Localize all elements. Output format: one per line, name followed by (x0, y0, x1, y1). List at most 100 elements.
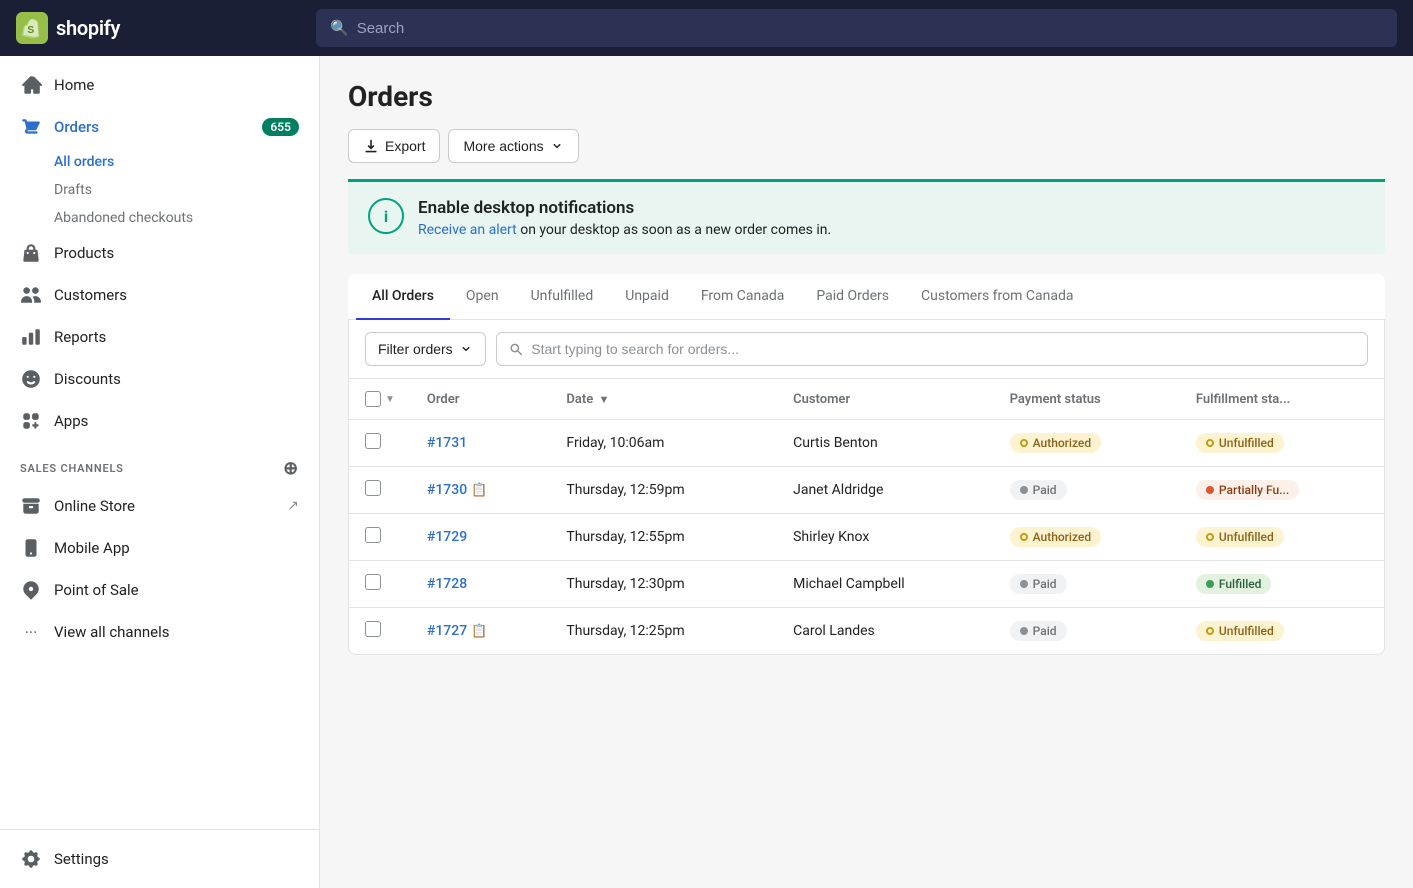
row-order: #1729 (411, 514, 550, 561)
apps-icon (20, 410, 42, 432)
sidebar-item-orders[interactable]: Orders 655 (0, 106, 319, 148)
th-checkbox: ▼ (349, 379, 411, 420)
sidebar-item-products[interactable]: Products (0, 232, 319, 274)
row-checkbox-cell[interactable] (349, 420, 411, 467)
export-icon (363, 138, 379, 154)
subnav-drafts[interactable]: Drafts (54, 176, 319, 204)
order-link[interactable]: #1728 (427, 576, 467, 592)
row-order: #1731 (411, 420, 550, 467)
row-payment-status: Authorized (994, 514, 1180, 561)
more-actions-button[interactable]: More actions (448, 129, 578, 163)
sidebar-item-customers-label: Customers (54, 286, 127, 304)
fulfillment-badge-dot (1206, 439, 1214, 447)
row-customer: Curtis Benton (777, 420, 994, 467)
sidebar-item-home[interactable]: Home (0, 64, 319, 106)
row-checkbox-cell[interactable] (349, 514, 411, 561)
order-link[interactable]: #1730 (427, 482, 467, 498)
sidebar-item-settings[interactable]: Settings (0, 838, 319, 880)
payment-status-badge: Authorized (1010, 527, 1101, 547)
sidebar-item-point-of-sale[interactable]: Point of Sale (0, 569, 319, 611)
mobile-app-icon (20, 537, 42, 559)
order-link[interactable]: #1727 (427, 623, 467, 639)
row-date: Thursday, 12:59pm (550, 467, 777, 514)
payment-status-badge: Paid (1010, 621, 1067, 641)
sidebar-item-discounts[interactable]: Discounts (0, 358, 319, 400)
external-link-icon[interactable]: ↗ (287, 498, 299, 514)
fulfillment-badge-dot (1206, 533, 1214, 541)
sidebar-item-online-store[interactable]: Online Store ↗ (0, 485, 319, 527)
row-checkbox[interactable] (365, 574, 381, 590)
subnav-all-orders[interactable]: All orders (54, 148, 319, 176)
logo-text: shopify (56, 16, 120, 40)
sidebar-item-reports[interactable]: Reports (0, 316, 319, 358)
order-link[interactable]: #1729 (427, 529, 467, 545)
th-fulfillment-status: Fulfillment sta... (1180, 379, 1384, 420)
tab-all-orders[interactable]: All Orders (356, 274, 450, 320)
tab-unfulfilled[interactable]: Unfulfilled (515, 274, 610, 320)
payment-badge-dot (1020, 486, 1028, 494)
fulfillment-badge-dot (1206, 580, 1214, 588)
row-customer: Janet Aldridge (777, 467, 994, 514)
row-fulfillment-status: Unfulfilled (1180, 420, 1384, 467)
row-checkbox[interactable] (365, 433, 381, 449)
fulfillment-badge-dot (1206, 486, 1214, 494)
sidebar-item-customers[interactable]: Customers (0, 274, 319, 316)
sidebar-bottom: Settings (0, 829, 319, 888)
point-of-sale-label: Point of Sale (54, 581, 139, 599)
view-all-channels-label: View all channels (54, 623, 170, 641)
notification-title: Enable desktop notifications (418, 198, 831, 218)
row-checkbox[interactable] (365, 527, 381, 543)
tab-paid-orders[interactable]: Paid Orders (800, 274, 905, 320)
fulfillment-status-badge: Partially Fu... (1196, 480, 1299, 500)
row-order: #1727📋 (411, 608, 550, 655)
search-orders-field[interactable] (496, 332, 1368, 366)
tab-customers-from-canada[interactable]: Customers from Canada (905, 274, 1089, 320)
table-row: #1730📋 Thursday, 12:59pm Janet Aldridge … (349, 467, 1384, 514)
subnav-abandoned-checkouts[interactable]: Abandoned checkouts (54, 204, 319, 232)
row-checkbox[interactable] (365, 480, 381, 496)
page-title: Orders (348, 80, 1385, 113)
search-bar[interactable]: 🔍 (316, 9, 1397, 47)
export-button[interactable]: Export (348, 129, 440, 163)
order-link[interactable]: #1731 (427, 435, 467, 451)
th-order: Order (411, 379, 550, 420)
checkbox-dropdown-caret[interactable]: ▼ (385, 394, 395, 405)
row-order: #1728 (411, 561, 550, 608)
tab-from-canada[interactable]: From Canada (685, 274, 801, 320)
sidebar-item-apps[interactable]: Apps (0, 400, 319, 442)
notification-link[interactable]: Receive an alert (418, 222, 517, 238)
sidebar-item-view-all-channels[interactable]: ··· View all channels (0, 611, 319, 653)
table-header: ▼ Order Date ▼ Customer Payment status F… (349, 379, 1384, 420)
tab-open[interactable]: Open (450, 274, 515, 320)
select-all-checkbox[interactable] (365, 391, 381, 407)
sidebar-item-mobile-app[interactable]: Mobile App (0, 527, 319, 569)
row-date: Thursday, 12:25pm (550, 608, 777, 655)
toolbar: Export More actions (348, 129, 1385, 163)
row-checkbox[interactable] (365, 621, 381, 637)
row-payment-status: Authorized (994, 420, 1180, 467)
table-row: #1729 Thursday, 12:55pm Shirley Knox Aut… (349, 514, 1384, 561)
row-checkbox-cell[interactable] (349, 561, 411, 608)
row-checkbox-cell[interactable] (349, 608, 411, 655)
note-icon: 📋 (471, 483, 487, 498)
search-icon: 🔍 (330, 19, 349, 37)
row-fulfillment-status: Unfulfilled (1180, 608, 1384, 655)
filter-orders-button[interactable]: Filter orders (365, 332, 486, 366)
th-date[interactable]: Date ▼ (550, 379, 777, 420)
search-orders-input[interactable] (531, 341, 1355, 357)
add-sales-channel-icon[interactable]: ⊕ (283, 458, 299, 479)
row-checkbox-cell[interactable] (349, 467, 411, 514)
topbar: S shopify 🔍 (0, 0, 1413, 56)
orders-subnav: All orders Drafts Abandoned checkouts (0, 148, 319, 232)
filter-chevron-icon (459, 342, 473, 356)
tab-unpaid[interactable]: Unpaid (609, 274, 685, 320)
payment-status-badge: Paid (1010, 574, 1067, 594)
table-row: #1731 Friday, 10:06am Curtis Benton Auth… (349, 420, 1384, 467)
payment-badge-dot (1020, 627, 1028, 635)
search-input[interactable] (357, 20, 1383, 37)
orders-badge: 655 (262, 118, 299, 136)
table-row: #1727📋 Thursday, 12:25pm Carol Landes Pa… (349, 608, 1384, 655)
sidebar-item-orders-label: Orders (54, 118, 99, 136)
notification-content: Enable desktop notifications Receive an … (418, 198, 831, 238)
chevron-down-icon (550, 139, 564, 153)
